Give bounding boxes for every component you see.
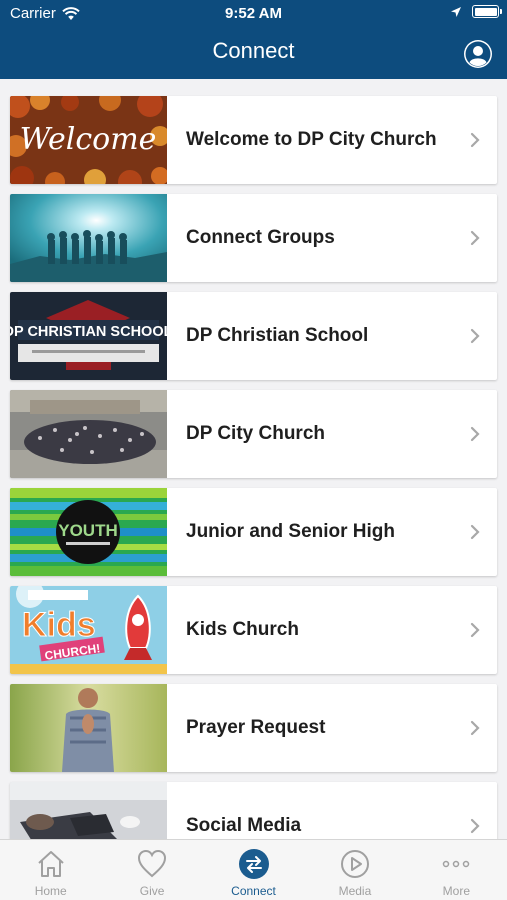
chevron-right-icon xyxy=(470,132,480,148)
tab-connect[interactable]: Connect xyxy=(203,840,304,900)
item-label: DP Christian School xyxy=(186,325,369,346)
heart-icon xyxy=(138,849,167,878)
list-item-welcome[interactable]: Welcome Welcome to DP City Church xyxy=(10,96,497,184)
chevron-right-icon xyxy=(470,818,480,834)
chevron-right-icon xyxy=(470,622,480,638)
tab-more[interactable]: More xyxy=(406,840,507,900)
tab-label: Connect xyxy=(231,884,276,898)
item-label: Connect Groups xyxy=(186,227,335,248)
tab-label: Home xyxy=(34,884,67,898)
tab-label: Give xyxy=(139,884,165,898)
item-label: Prayer Request xyxy=(186,717,326,738)
list-item-connect-groups[interactable]: Connect Groups xyxy=(10,194,497,282)
youth-thumbnail: YOUTH xyxy=(10,488,167,576)
connect-icon xyxy=(238,849,269,879)
chevron-right-icon xyxy=(470,426,480,442)
kids-logo-text: Kids xyxy=(22,606,96,644)
user-icon xyxy=(465,41,491,67)
tab-media[interactable]: Media xyxy=(304,840,405,900)
page-title: Connect xyxy=(212,38,295,63)
welcome-script-text: Welcome xyxy=(20,122,157,157)
connect-groups-thumbnail xyxy=(10,194,167,282)
location-icon xyxy=(451,6,461,17)
tab-home[interactable]: Home xyxy=(0,840,101,900)
tab-label: Media xyxy=(338,884,372,898)
kids-church-thumbnail: Kids CHURCH! xyxy=(10,586,167,674)
clock: 9:52 AM xyxy=(225,5,282,22)
home-icon xyxy=(38,851,64,877)
list-item-dp-city-church[interactable]: DP City Church xyxy=(10,390,497,478)
school-thumbnail: DP CHRISTIAN SCHOOL xyxy=(10,292,167,380)
play-icon xyxy=(340,850,369,878)
school-banner-text: DP CHRISTIAN SCHOOL xyxy=(10,324,167,340)
item-label: DP City Church xyxy=(186,423,326,444)
tab-give[interactable]: Give xyxy=(101,840,202,900)
list-item-prayer-request[interactable]: Prayer Request xyxy=(10,684,497,772)
profile-button[interactable] xyxy=(464,40,492,68)
item-label: Welcome to DP City Church xyxy=(186,129,437,150)
welcome-thumbnail: Welcome xyxy=(10,96,167,184)
chevron-right-icon xyxy=(470,230,480,246)
prayer-thumbnail xyxy=(10,684,167,772)
chevron-right-icon xyxy=(470,720,480,736)
more-icon xyxy=(443,860,470,868)
youth-logo-text: YOUTH xyxy=(58,521,118,540)
list-item-kids-church[interactable]: Kids CHURCH! Kids Church xyxy=(10,586,497,674)
status-bar: Carrier 9:52 AM xyxy=(0,0,507,28)
item-label: Junior and Senior High xyxy=(186,521,396,542)
list-item-dp-christian-school[interactable]: DP CHRISTIAN SCHOOL DP Christian School xyxy=(10,292,497,380)
tab-label: More xyxy=(442,884,470,898)
battery-icon xyxy=(472,5,502,18)
chevron-right-icon xyxy=(470,328,480,344)
chevron-right-icon xyxy=(470,524,480,540)
item-label: Kids Church xyxy=(186,619,299,640)
tab-bar: Home Give Connect Media More xyxy=(0,839,507,900)
nav-header: Carrier 9:52 AM Connect xyxy=(0,0,507,79)
list-item-junior-senior-high[interactable]: YOUTH Junior and Senior High xyxy=(10,488,497,576)
connect-list: Welcome Welcome to DP City Church Connec… xyxy=(10,96,497,880)
church-photo-thumbnail xyxy=(10,390,167,478)
